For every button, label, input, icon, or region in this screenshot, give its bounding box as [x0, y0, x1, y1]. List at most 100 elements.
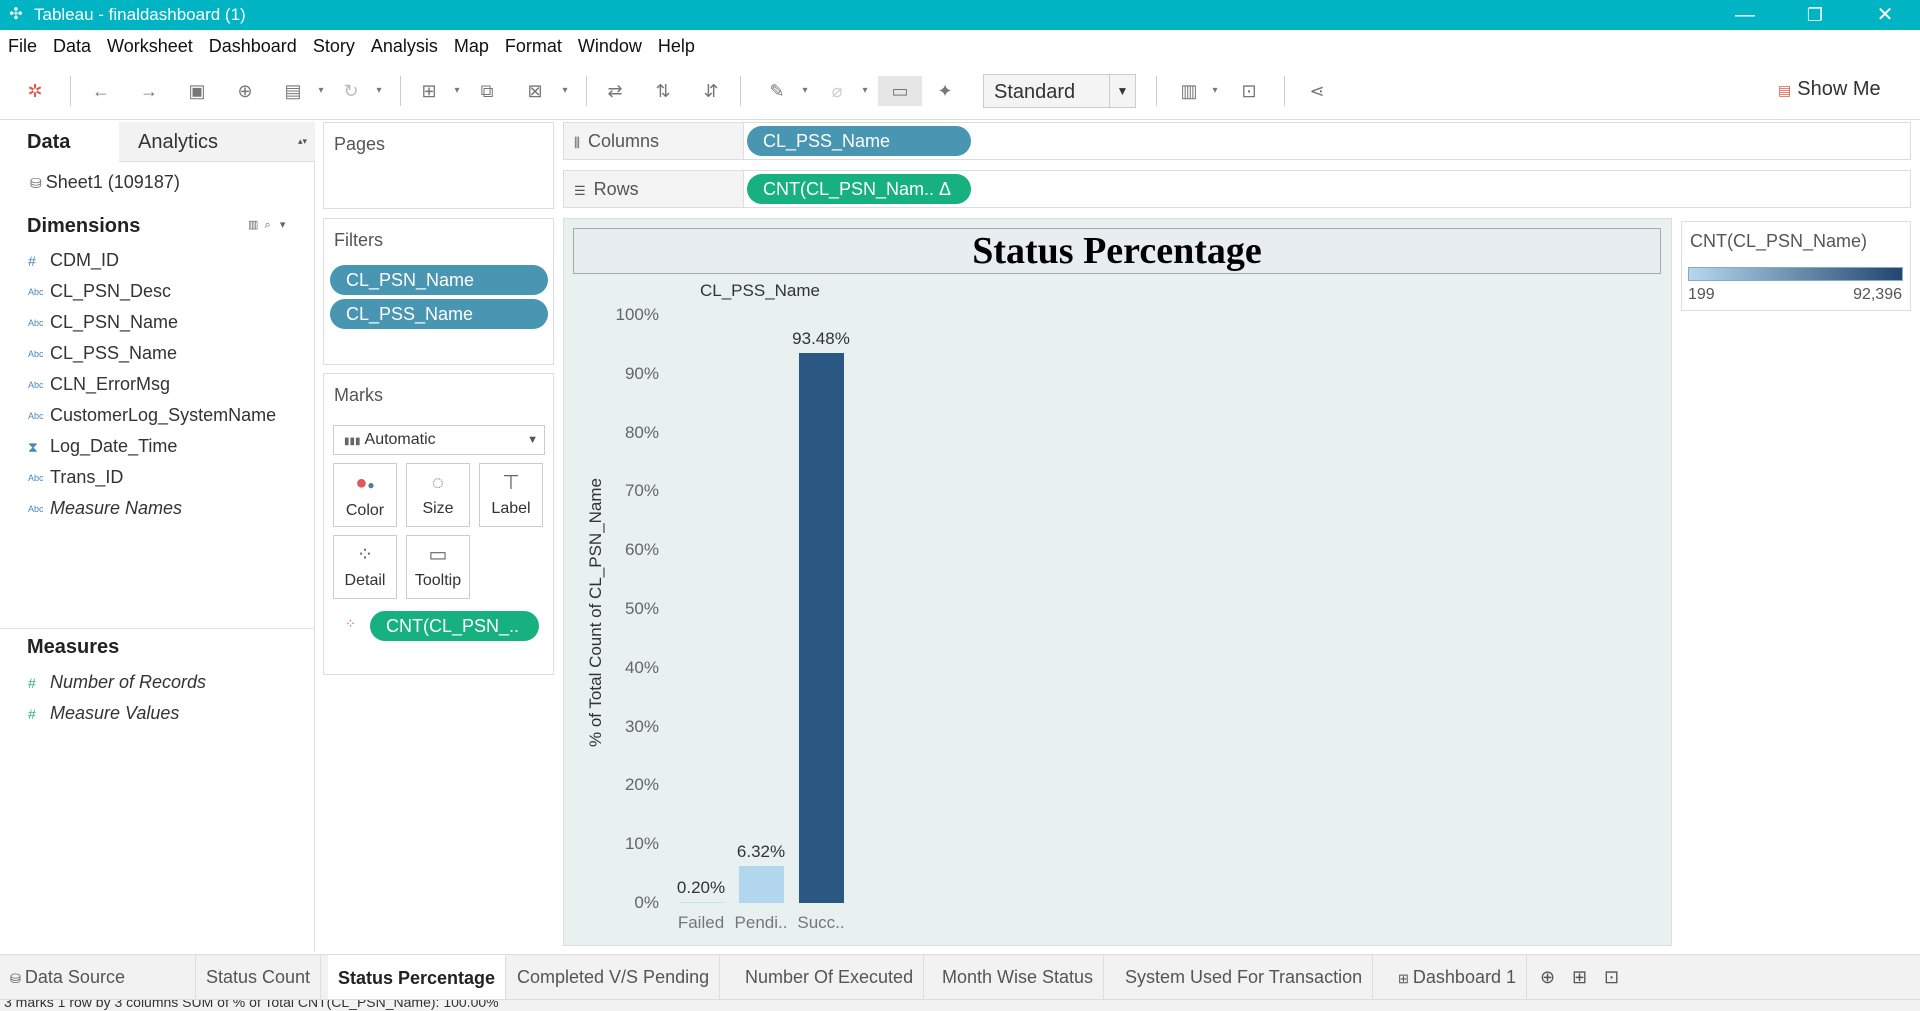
- new-story-icon[interactable]: ⊡: [1604, 967, 1619, 988]
- color-legend[interactable]: CNT(CL_PSN_Name) 199 92,396: [1681, 221, 1911, 311]
- bar-value-label: 6.32%: [736, 841, 786, 861]
- chevron-down-icon[interactable]: ▾: [280, 219, 286, 231]
- tab-status-percentage[interactable]: Status Percentage: [328, 955, 507, 1000]
- rows-shelf[interactable]: ☰ Rows CNT(CL_PSN_Nam.. Δ: [563, 170, 1911, 208]
- sort-ascending-icon[interactable]: ⇅: [650, 76, 676, 106]
- pause-updates-icon[interactable]: ▤: [280, 76, 306, 106]
- chevron-down-icon[interactable]: ▾: [560, 76, 570, 106]
- viz-area[interactable]: Status Percentage CL_PSS_Name % of Total…: [563, 218, 1672, 946]
- filters-card[interactable]: Filters CL_PSN_Name CL_PSS_Name: [323, 218, 554, 365]
- menu-dashboard[interactable]: Dashboard: [209, 36, 297, 57]
- minimize-button[interactable]: —: [1710, 0, 1780, 30]
- filter-pill-cl-psn-name[interactable]: CL_PSN_Name: [330, 265, 548, 295]
- tab-system-used-for-transaction[interactable]: System Used For Transaction: [1115, 955, 1374, 1000]
- field-cln-errormsg[interactable]: Abc CLN_ErrorMsg: [28, 374, 170, 395]
- bar-succ[interactable]: [798, 353, 844, 903]
- field-log-date-time[interactable]: ⧗ Log_Date_Time: [28, 436, 177, 457]
- presentation-mode-icon[interactable]: ⊡: [1236, 76, 1262, 106]
- marks-detail-button[interactable]: ⁘ Detail: [333, 535, 397, 599]
- menu-story[interactable]: Story: [313, 36, 355, 57]
- new-worksheet-icon[interactable]: ⊕: [1540, 967, 1555, 988]
- datasource-label: Sheet1 (109187): [45, 172, 180, 192]
- share-icon[interactable]: ⋖: [1304, 76, 1330, 106]
- sort-descending-icon[interactable]: ⇵: [698, 76, 724, 106]
- tab-month-wise-status[interactable]: Month Wise Status: [932, 955, 1105, 1000]
- redo-icon[interactable]: →: [136, 76, 162, 106]
- show-me-button[interactable]: ▤ Show Me: [1778, 78, 1881, 101]
- menu-analysis[interactable]: Analysis: [371, 36, 438, 57]
- marks-size-button[interactable]: ◌ Size: [406, 463, 470, 527]
- bar-failed[interactable]: [678, 901, 724, 903]
- color-encoding-icon: ⁘: [345, 616, 356, 631]
- refresh-icon[interactable]: ↻: [338, 76, 364, 106]
- field-cl-psn-name[interactable]: Abc CL_PSN_Name: [28, 312, 178, 333]
- tab-status-count[interactable]: Status Count: [196, 955, 322, 1000]
- fix-axes-icon[interactable]: ✦: [932, 76, 958, 106]
- menu-window[interactable]: Window: [578, 36, 642, 57]
- tab-analytics[interactable]: Analytics ▴▾: [119, 122, 315, 162]
- close-button[interactable]: ✕: [1850, 0, 1920, 30]
- show-mark-labels-icon[interactable]: ▭: [878, 76, 922, 106]
- pages-card[interactable]: Pages: [323, 122, 554, 209]
- tab-dashboard-1[interactable]: ⊞ Dashboard 1: [1388, 955, 1527, 1000]
- new-worksheet-icon[interactable]: ⊞: [416, 76, 442, 106]
- field-label: CL_PSN_Desc: [50, 281, 172, 301]
- rows-pill[interactable]: CNT(CL_PSN_Nam.. Δ: [747, 174, 971, 204]
- bar-pendi[interactable]: [738, 865, 784, 903]
- field-measure-values[interactable]: # Measure Values: [28, 703, 179, 724]
- filter-pill-cl-pss-name[interactable]: CL_PSS_Name: [330, 299, 548, 329]
- menu-format[interactable]: Format: [505, 36, 562, 57]
- tab-data-source[interactable]: ⛁ Data Source: [0, 955, 196, 1000]
- tableau-home-icon[interactable]: ✲: [22, 76, 48, 106]
- mark-type-select[interactable]: ▮▮▮ Automatic ▼: [333, 425, 545, 455]
- tab-completed-vs-pending[interactable]: Completed V/S Pending: [507, 955, 721, 1000]
- menu-map[interactable]: Map: [454, 36, 489, 57]
- legend-max: 92,396: [1853, 286, 1902, 303]
- chevron-down-icon[interactable]: ▾: [860, 76, 870, 106]
- field-measure-names[interactable]: Abc Measure Names: [28, 498, 182, 519]
- columns-pill[interactable]: CL_PSS_Name: [747, 126, 971, 156]
- menu-help[interactable]: Help: [658, 36, 695, 57]
- undo-icon[interactable]: ←: [88, 76, 114, 106]
- view-list-icon[interactable]: ▥: [248, 219, 258, 231]
- menu-file[interactable]: File: [8, 36, 37, 57]
- field-cdm-id[interactable]: # CDM_ID: [28, 250, 119, 271]
- tab-number-of-executed[interactable]: Number Of Executed: [735, 955, 925, 1000]
- columns-shelf[interactable]: ⫼ Columns CL_PSS_Name: [563, 122, 1911, 160]
- chevron-down-icon[interactable]: ▾: [316, 76, 326, 106]
- duplicate-sheet-icon[interactable]: ⧉: [474, 76, 500, 106]
- chevron-down-icon[interactable]: ▾: [1210, 76, 1220, 106]
- field-cl-pss-name[interactable]: Abc CL_PSS_Name: [28, 343, 177, 364]
- new-dashboard-icon[interactable]: ⊞: [1572, 967, 1587, 988]
- highlight-icon[interactable]: ✎: [764, 76, 790, 106]
- swap-rows-columns-icon[interactable]: ⇄: [602, 76, 628, 106]
- y-tick-label: 100%: [615, 305, 659, 324]
- field-trans-id[interactable]: Abc Trans_ID: [28, 467, 123, 488]
- clear-sheet-icon[interactable]: ⊠: [522, 76, 548, 106]
- field-label: CDM_ID: [50, 250, 120, 270]
- marks-color-pill[interactable]: CNT(CL_PSN_..: [370, 611, 539, 641]
- fit-select[interactable]: Standard ▼: [983, 74, 1136, 108]
- new-data-source-icon[interactable]: ⊕: [232, 76, 258, 106]
- search-icon[interactable]: ⌕: [265, 219, 271, 231]
- menu-data[interactable]: Data: [53, 36, 91, 57]
- chevron-down-icon[interactable]: ▾: [374, 76, 384, 106]
- field-label: CL_PSN_Name: [50, 312, 179, 332]
- chart-title[interactable]: Status Percentage: [573, 228, 1661, 274]
- chevron-down-icon[interactable]: ▾: [452, 76, 462, 106]
- tab-data[interactable]: Data: [0, 122, 118, 162]
- show-cards-icon[interactable]: ▥: [1176, 76, 1202, 106]
- detail-icon: ⁘: [356, 544, 374, 566]
- marks-label-button[interactable]: ⊤ Label: [479, 463, 543, 527]
- save-icon[interactable]: ▣: [184, 76, 210, 106]
- marks-tooltip-button[interactable]: ▭ Tooltip: [406, 535, 470, 599]
- group-members-icon[interactable]: ⌀: [824, 76, 850, 106]
- datasource-item[interactable]: ⛁ Sheet1 (109187): [30, 172, 180, 193]
- chevron-down-icon[interactable]: ▾: [800, 76, 810, 106]
- menu-worksheet[interactable]: Worksheet: [107, 36, 193, 57]
- field-number-of-records[interactable]: # Number of Records: [28, 672, 206, 693]
- field-customerlog-systemname[interactable]: Abc CustomerLog_SystemName: [28, 405, 276, 426]
- field-cl-psn-desc[interactable]: Abc CL_PSN_Desc: [28, 281, 171, 302]
- restore-button[interactable]: ❐: [1780, 0, 1850, 30]
- marks-color-button[interactable]: ●● Color: [333, 463, 397, 527]
